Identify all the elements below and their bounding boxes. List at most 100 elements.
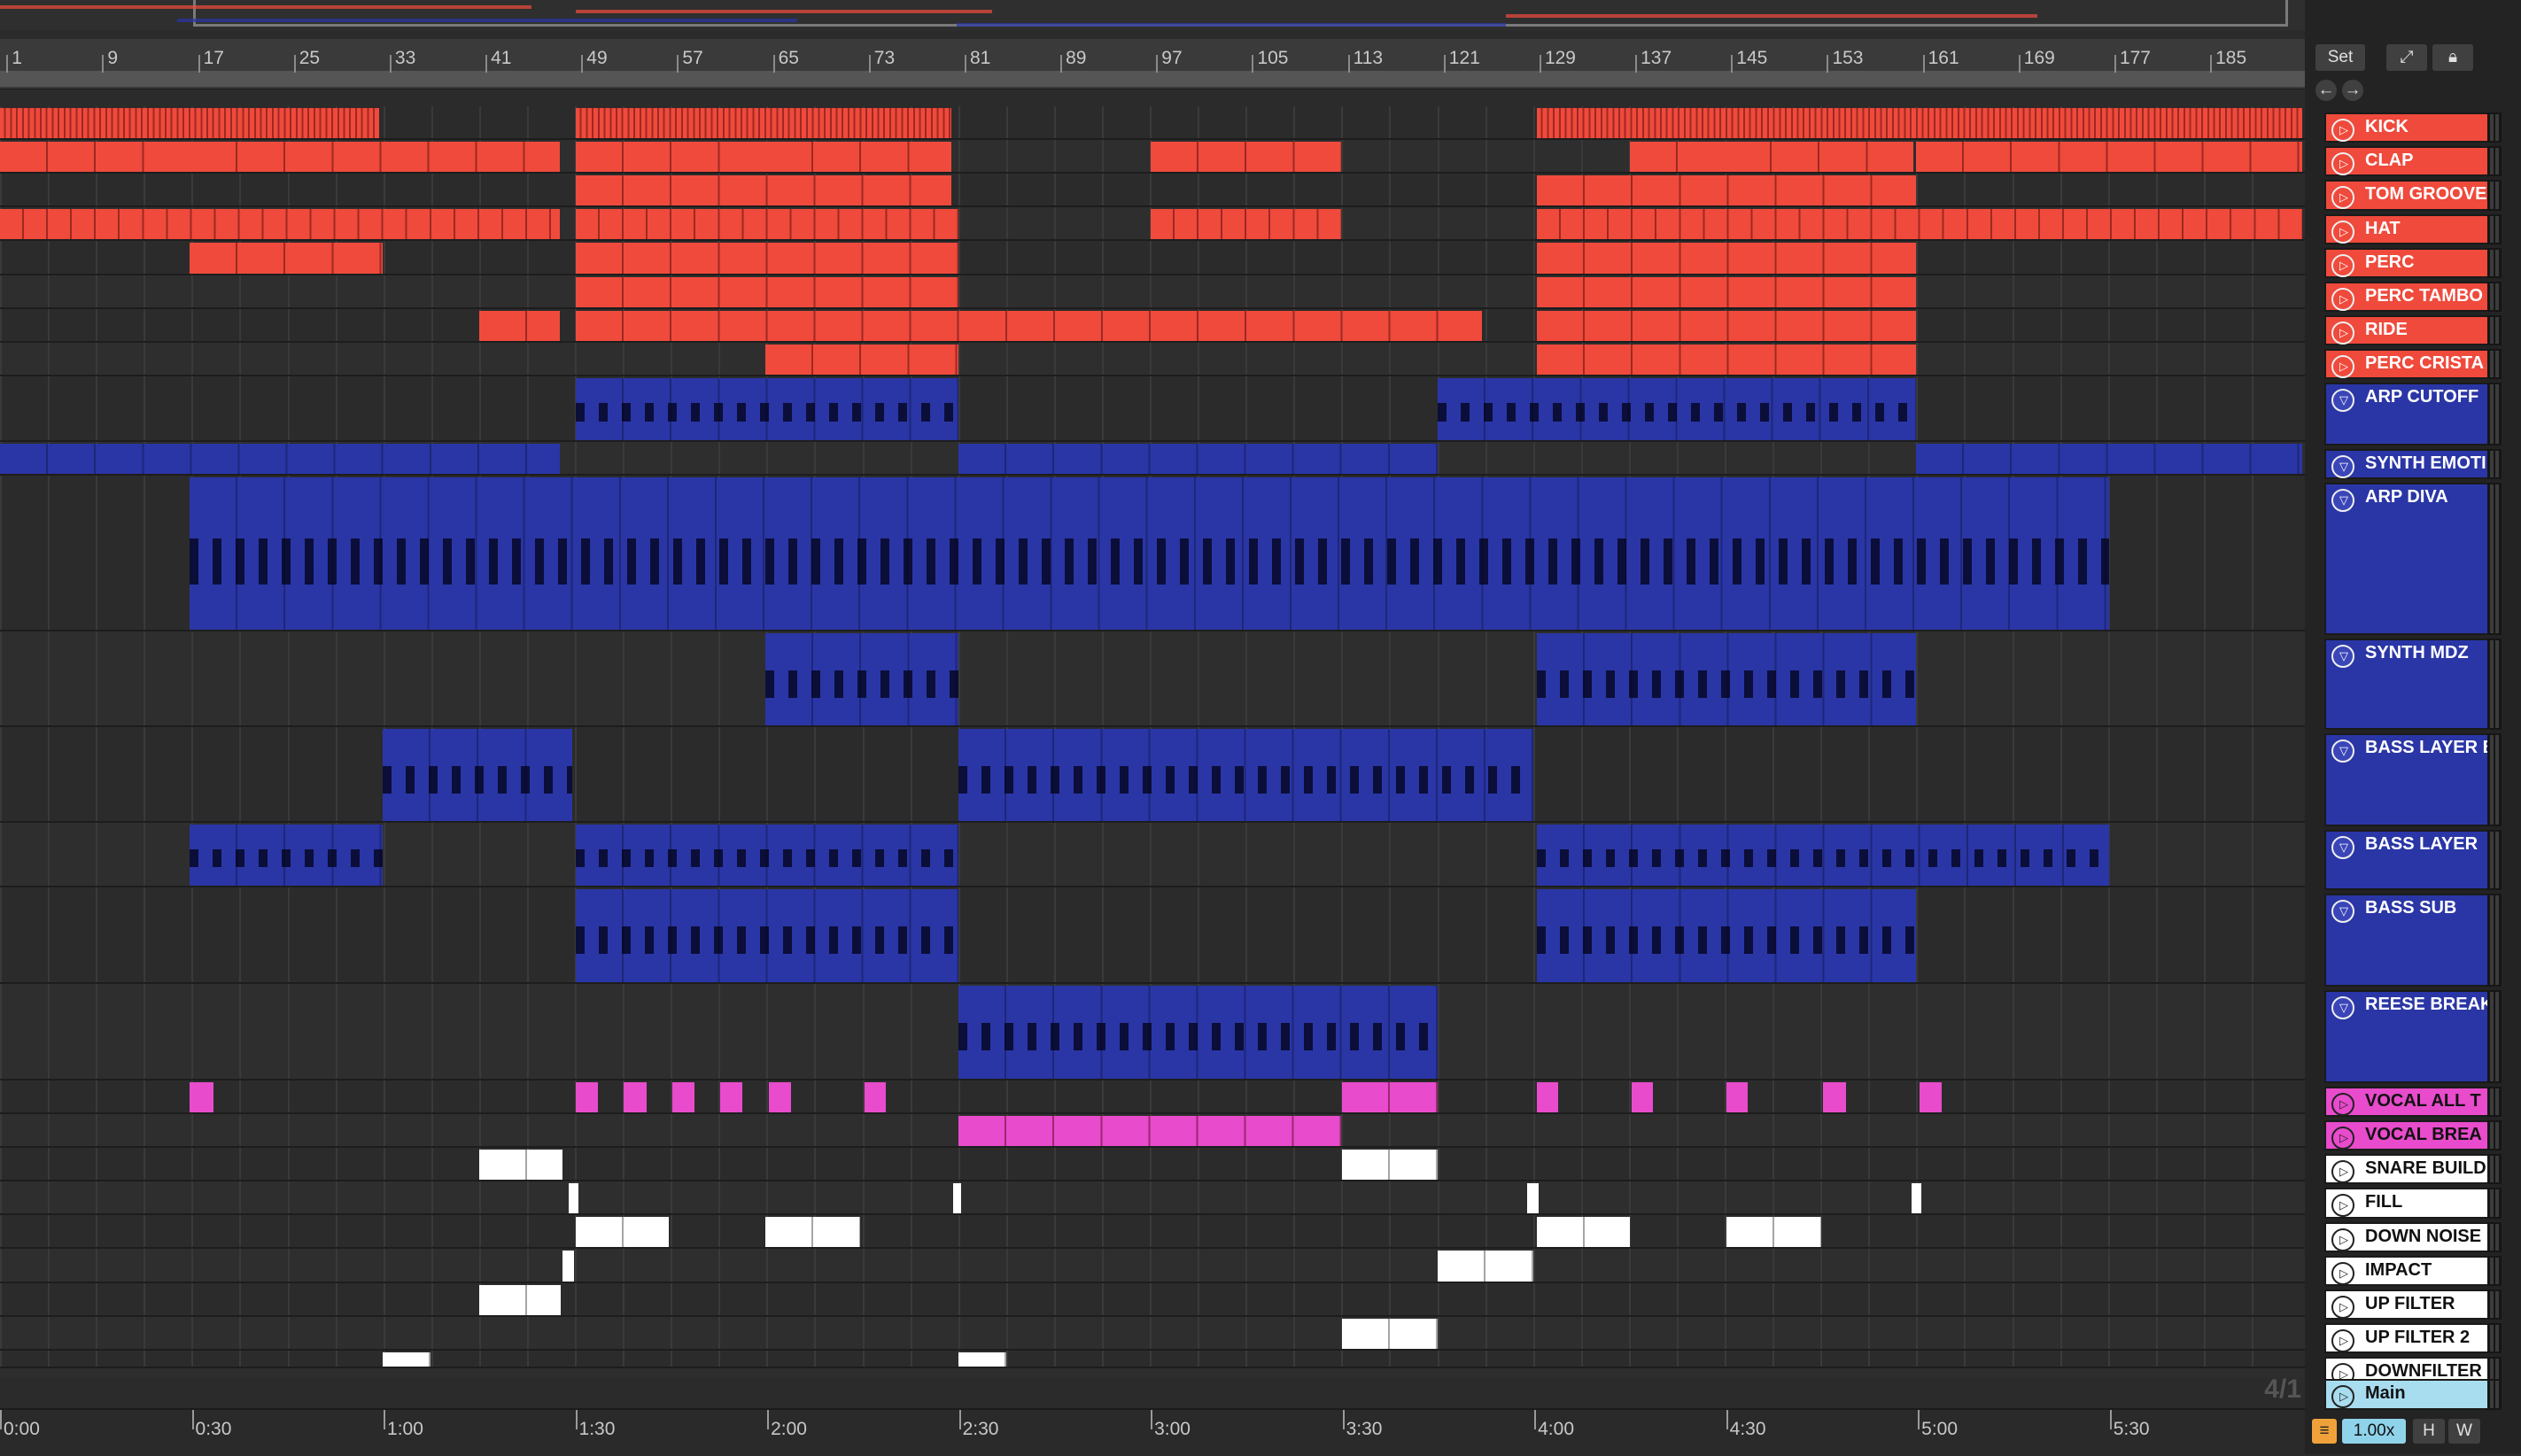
track-header[interactable]: ▷ FILL	[2324, 1188, 2489, 1219]
track-header[interactable]: ▷ CLAP	[2324, 146, 2489, 177]
arrow-left-icon[interactable]: ←	[2315, 80, 2337, 101]
play-icon[interactable]: ▷	[2331, 152, 2354, 176]
clip[interactable]	[1632, 1081, 1653, 1112]
play-icon[interactable]: ▷	[2331, 1261, 2354, 1285]
clip[interactable]	[1911, 1183, 1921, 1214]
track-lane[interactable]	[0, 726, 2305, 824]
play-icon[interactable]: ▷	[2331, 220, 2354, 244]
fold-icon[interactable]: ▽	[2331, 739, 2354, 763]
track-header[interactable]: ▷ KICK	[2324, 112, 2489, 143]
track-header[interactable]: ▷ UP FILTER	[2324, 1289, 2489, 1320]
clip[interactable]	[764, 633, 958, 725]
clip[interactable]	[1723, 142, 1913, 173]
zoom-icon[interactable]: ≡	[2312, 1419, 2337, 1444]
clip[interactable]	[575, 889, 958, 982]
clip[interactable]	[1342, 1081, 1438, 1112]
track-lane[interactable]	[0, 106, 2305, 141]
track-lane[interactable]	[0, 1215, 2305, 1250]
h-button[interactable]: H	[2413, 1419, 2445, 1444]
clip[interactable]	[1151, 209, 1341, 240]
track-lane[interactable]	[0, 887, 2305, 984]
arrow-right-icon[interactable]: →	[2342, 80, 2363, 101]
track-header[interactable]: ▷ PERC CRISTA	[2324, 349, 2489, 380]
play-icon[interactable]: ▷	[2331, 1228, 2354, 1251]
clip[interactable]	[0, 108, 380, 139]
time-ruler[interactable]: 4/1 0:00 0:30 1:00 1:30 2:00 2:30 3:00 3:30 4:00…	[0, 1375, 2305, 1456]
clip[interactable]	[478, 1284, 562, 1315]
clip[interactable]	[1537, 825, 2110, 887]
play-icon[interactable]: ▷	[2331, 1328, 2354, 1352]
clip[interactable]	[575, 142, 765, 173]
clip[interactable]	[190, 142, 560, 173]
play-icon[interactable]: ▷	[2331, 119, 2354, 143]
clip[interactable]	[562, 1251, 574, 1282]
lock-icon[interactable]: 🔒︎	[2432, 44, 2473, 71]
track-lane[interactable]	[0, 174, 2305, 208]
track-lane[interactable]	[0, 207, 2305, 242]
clip[interactable]	[190, 243, 383, 274]
clip[interactable]	[720, 1081, 743, 1112]
track-lane[interactable]	[0, 1181, 2305, 1216]
arrangement-overview[interactable]	[0, 0, 2305, 30]
play-icon[interactable]: ▷	[2331, 355, 2354, 379]
clip[interactable]	[1537, 243, 1917, 274]
track-header[interactable]: ▽ ARP DIVA	[2324, 482, 2489, 635]
track-lane[interactable]	[0, 631, 2305, 727]
fold-icon[interactable]: ▽	[2331, 900, 2354, 924]
track-lane[interactable]	[0, 241, 2305, 275]
clip[interactable]	[1537, 1217, 1631, 1248]
set-button[interactable]: Set	[2315, 44, 2365, 71]
clip[interactable]	[1537, 108, 2302, 139]
track-header[interactable]: ▷ VOCAL BREA	[2324, 1120, 2489, 1151]
track-lane[interactable]	[0, 1350, 2305, 1368]
arrangement-lanes[interactable]	[0, 106, 2305, 1378]
track-lane[interactable]	[0, 476, 2305, 632]
clip[interactable]	[764, 1217, 860, 1248]
clip[interactable]	[1919, 1081, 1943, 1112]
fold-icon[interactable]: ▽	[2331, 389, 2354, 413]
clip[interactable]	[1537, 276, 1917, 307]
clip[interactable]	[0, 142, 190, 173]
track-lane[interactable]	[0, 342, 2305, 376]
clip[interactable]	[1537, 1081, 1558, 1112]
track-header[interactable]: ▽ SYNTH EMOTI	[2324, 448, 2489, 479]
clip[interactable]	[1537, 310, 1917, 341]
clip[interactable]	[190, 1081, 214, 1112]
track-lane[interactable]	[0, 275, 2305, 309]
track-header[interactable]: ▷ HAT	[2324, 213, 2489, 244]
play-icon[interactable]: ▷	[2331, 1127, 2354, 1150]
track-lane[interactable]	[0, 376, 2305, 443]
fold-icon[interactable]: ▽	[2331, 996, 2354, 1020]
fold-icon[interactable]: ▽	[2331, 488, 2354, 512]
clip[interactable]	[575, 310, 1483, 341]
clip[interactable]	[478, 1150, 563, 1181]
clip[interactable]	[575, 377, 958, 441]
expand-icon[interactable]: ⤢	[2386, 44, 2427, 71]
track-header[interactable]: ▷ IMPACT	[2324, 1255, 2489, 1286]
clip[interactable]	[575, 175, 952, 206]
clip[interactable]	[865, 1081, 886, 1112]
clip[interactable]	[1151, 142, 1341, 173]
zoom-level[interactable]: 1.00x	[2342, 1419, 2406, 1444]
play-icon[interactable]: ▷	[2331, 1160, 2354, 1184]
clip[interactable]	[569, 1183, 579, 1214]
clip[interactable]	[190, 477, 2110, 631]
clip[interactable]	[190, 825, 383, 887]
track-header[interactable]: ▷ SNARE BUILD	[2324, 1154, 2489, 1185]
track-lane[interactable]	[0, 983, 2305, 1080]
track-header[interactable]: ▷ UP FILTER 2	[2324, 1322, 2489, 1353]
clip[interactable]	[382, 1351, 431, 1367]
track-lane[interactable]	[0, 442, 2305, 476]
fold-icon[interactable]: ▽	[2331, 835, 2354, 859]
clip[interactable]	[1537, 209, 2302, 240]
clip[interactable]	[382, 728, 573, 822]
clip[interactable]	[958, 1351, 1007, 1367]
track-header[interactable]: ▷ Main	[2324, 1379, 2489, 1410]
track-lane[interactable]	[0, 1113, 2305, 1149]
clip[interactable]	[1537, 175, 1917, 206]
clip[interactable]	[1342, 1318, 1438, 1349]
play-icon[interactable]: ▷	[2331, 1194, 2354, 1218]
clip[interactable]	[1726, 1081, 1748, 1112]
clip[interactable]	[478, 310, 560, 341]
play-icon[interactable]: ▷	[2331, 321, 2354, 345]
